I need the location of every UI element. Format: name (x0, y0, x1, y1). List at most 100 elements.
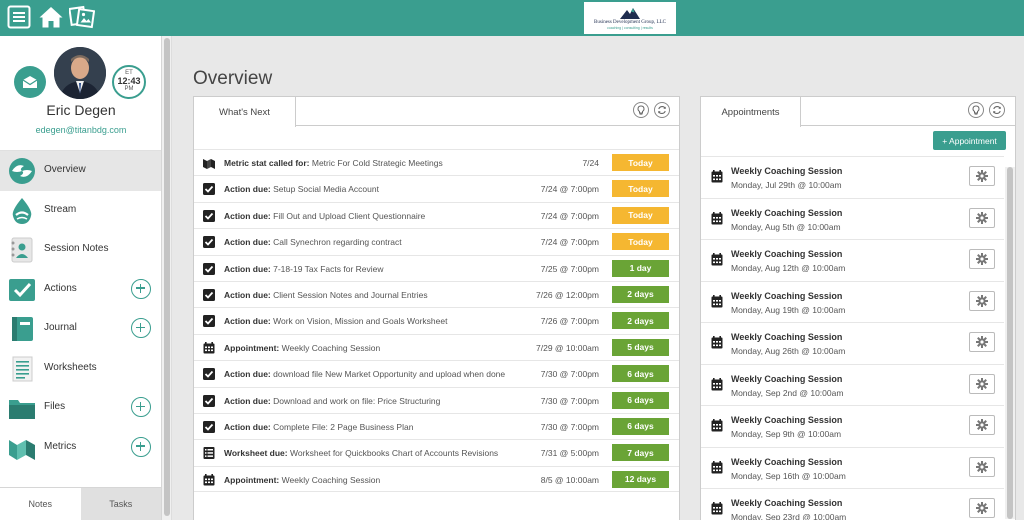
avatar[interactable] (54, 47, 106, 99)
row-date: 7/24 @ 7:00pm (540, 237, 599, 248)
tab-notes[interactable]: Notes (0, 488, 81, 520)
user-email[interactable]: edegen@titanbdg.com (0, 125, 162, 135)
check-icon (203, 394, 215, 407)
user-photo (54, 47, 106, 99)
row-kind: Action due: (224, 184, 271, 195)
appointment-settings-button[interactable] (969, 290, 995, 311)
list-item[interactable]: Weekly Coaching Session Monday, Sep 9th @… (701, 405, 1004, 447)
table-row[interactable]: Action due: Work on Vision, Mission and … (194, 307, 679, 333)
row-date: 7/30 @ 7:00pm (540, 421, 599, 432)
row-date: 7/30 @ 7:00pm (540, 395, 599, 406)
appointment-settings-button[interactable] (969, 207, 995, 228)
appointment-title: Weekly Coaching Session (731, 498, 843, 508)
row-kind: Action due: (224, 421, 271, 432)
row-date: 7/24 @ 7:00pm (540, 210, 599, 221)
list-item[interactable]: Weekly Coaching Session Monday, Aug 19th … (701, 280, 1004, 323)
table-row[interactable]: Appointment: Weekly Coaching Session 7/29… (194, 333, 679, 360)
appointment-settings-button[interactable] (969, 415, 995, 435)
add-appointment-button[interactable]: + Appointment (933, 131, 1006, 150)
appointment-title: Weekly Coaching Session (731, 249, 843, 259)
appointment-settings-button[interactable] (969, 249, 995, 269)
add-action-button[interactable] (131, 278, 151, 299)
table-row[interactable]: Action due: Client Session Notes and Jou… (194, 280, 679, 307)
appointment-settings-button[interactable] (969, 456, 995, 477)
tab-appointments[interactable]: Appointments (700, 96, 801, 127)
calendar-icon (711, 170, 723, 183)
panel-header: What's Next (193, 96, 679, 127)
table-row[interactable]: Action due: 7-18-19 Tax Facts for Review… (194, 254, 679, 281)
table-row[interactable]: Worksheet due: Worksheet for Quickbooks … (194, 439, 679, 465)
sidebar-item-worksheets[interactable]: Worksheets (0, 349, 161, 389)
row-text: download file New Market Opportunity and… (273, 369, 506, 380)
refresh-button[interactable] (989, 102, 1005, 118)
journal-icon (12, 317, 33, 341)
photos-button[interactable] (69, 4, 95, 30)
gear-icon (976, 170, 988, 182)
table-row[interactable]: Metric stat called for: Metric For Cold … (194, 149, 679, 175)
sidebar-item-metrics[interactable]: Metrics (0, 428, 161, 468)
table-row[interactable]: Action due: Download and work on file: P… (194, 386, 679, 413)
add-journal-button[interactable] (131, 318, 151, 338)
row-kind: Worksheet due: (224, 448, 288, 459)
row-date: 7/24 @ 7:00pm (540, 184, 599, 195)
tab-whats-next[interactable]: What's Next (193, 96, 296, 127)
list-item[interactable]: Weekly Coaching Session Monday, Aug 5th @… (701, 197, 1004, 240)
stream-icon (12, 197, 32, 224)
menu-button[interactable] (6, 4, 32, 30)
sidebar-item-session-notes[interactable]: Session Notes (0, 230, 161, 270)
appointment-settings-button[interactable] (969, 498, 995, 518)
sidebar-item-label: Metrics (44, 440, 77, 452)
sidebar-item-files[interactable]: Files (0, 388, 161, 428)
table-row[interactable]: Action due: Call Synechron regarding con… (194, 228, 679, 254)
row-description: Action due: Download and work on file: P… (224, 396, 440, 406)
sidebar-scrollbar[interactable] (162, 36, 172, 520)
tab-tasks[interactable]: Tasks (80, 488, 161, 520)
scrollbar-thumb[interactable] (1007, 167, 1013, 519)
list-item[interactable]: Weekly Coaching Session Monday, Sep 16th … (701, 446, 1004, 489)
list-item[interactable]: Weekly Coaching Session Monday, Aug 12th … (701, 239, 1004, 281)
sidebar-item-overview[interactable]: Overview (0, 151, 161, 191)
refresh-button[interactable] (654, 102, 670, 118)
whats-next-panel: What's Next Metric stat called for: Metr… (193, 96, 680, 520)
sidebar-item-journal[interactable]: Journal (0, 309, 161, 349)
appointments-list: Weekly Coaching Session Monday, Jul 29th … (701, 156, 1004, 520)
sidebar-item-stream[interactable]: Stream (0, 191, 161, 231)
appointment-settings-button[interactable] (969, 166, 995, 186)
table-row[interactable]: Appointment: Weekly Coaching Session 8/5 … (194, 465, 679, 493)
list-item[interactable]: Weekly Coaching Session Monday, Jul 29th … (701, 156, 1004, 198)
appointment-settings-button[interactable] (969, 373, 995, 394)
scrollbar-thumb[interactable] (164, 38, 170, 516)
sidebar-item-label: Overview (44, 164, 86, 175)
list-item[interactable]: Weekly Coaching Session Monday, Aug 26th … (701, 322, 1004, 364)
appointment-settings-button[interactable] (969, 332, 995, 352)
appointment-title: Weekly Coaching Session (731, 332, 843, 342)
row-description: Action due: Work on Vision, Mission and … (224, 316, 447, 326)
row-date: 7/25 @ 7:00pm (540, 263, 599, 274)
due-badge: 1 day (612, 259, 669, 277)
list-item[interactable]: Weekly Coaching Session Monday, Sep 23rd … (701, 488, 1004, 520)
row-kind: Action due: (224, 369, 271, 380)
tips-button[interactable] (968, 102, 984, 118)
table-row[interactable]: Action due: Fill Out and Upload Client Q… (194, 201, 679, 228)
home-button[interactable] (38, 4, 64, 30)
add-metric-button[interactable] (131, 436, 151, 457)
refresh-icon (658, 105, 666, 115)
table-row[interactable]: Action due: Setup Social Media Account 7/… (194, 175, 679, 201)
table-row[interactable]: Action due: download file New Market Opp… (194, 360, 679, 386)
row-kind: Action due: (224, 210, 271, 221)
appointments-scrollbar[interactable] (1005, 167, 1015, 519)
sidebar-item-actions[interactable]: Actions (0, 270, 161, 310)
add-file-button[interactable] (131, 397, 151, 417)
appointment-time: Monday, Sep 23rd @ 10:00am (731, 512, 847, 520)
check-icon (203, 183, 215, 196)
row-text: Worksheet for Quickbooks Chart of Accoun… (289, 448, 499, 459)
calendar-icon (203, 473, 215, 486)
table-row[interactable]: Action due: Complete File: 2 Page Busine… (194, 412, 679, 439)
gear-icon (976, 211, 988, 224)
row-kind: Metric stat called for: (224, 158, 310, 168)
calendar-icon (711, 253, 723, 266)
messages-button[interactable] (14, 66, 46, 98)
list-item[interactable]: Weekly Coaching Session Monday, Sep 2nd @… (701, 363, 1004, 406)
tips-button[interactable] (633, 102, 649, 118)
sidebar-item-label: Worksheets (44, 361, 97, 373)
